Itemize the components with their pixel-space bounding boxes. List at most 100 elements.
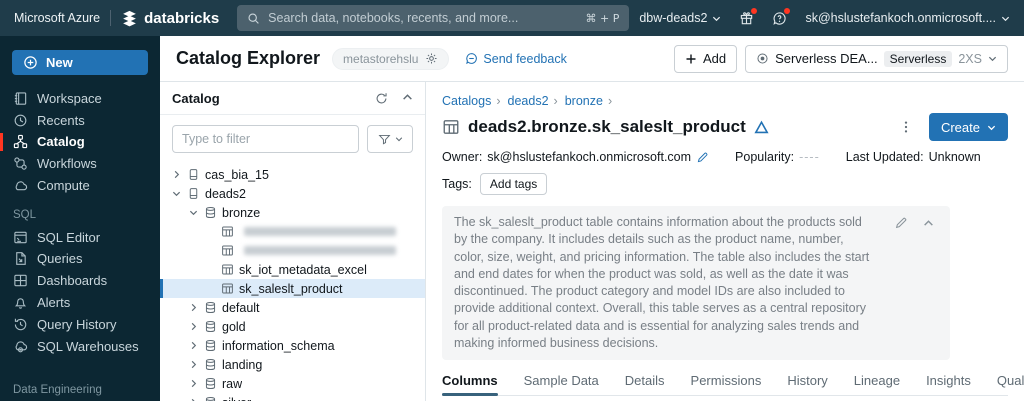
chevron-down-icon [987, 125, 996, 130]
table-icon [221, 263, 234, 276]
tree-item[interactable]: sk_iot_metadata_excel [160, 260, 425, 279]
account-menu[interactable]: sk@hslustefankoch.onmicrosoft.... [805, 11, 1010, 25]
sidebar-item-compute[interactable]: Compute [0, 175, 160, 197]
schema-icon [204, 339, 217, 352]
sidebar-item-queries[interactable]: Queries [0, 248, 160, 270]
tab[interactable]: Columns [442, 373, 498, 396]
tab[interactable]: Quality [997, 373, 1024, 395]
chevron-right-icon[interactable] [187, 360, 199, 369]
chevron-right-icon[interactable] [187, 341, 199, 350]
tree-item[interactable]: silver [160, 393, 425, 401]
tree-item[interactable]: cas_bia_15 [160, 165, 425, 184]
add-tags-button[interactable]: Add tags [479, 173, 548, 195]
chevron-right-icon[interactable] [170, 170, 182, 179]
tree-item-label: deads2 [205, 186, 247, 201]
help-button[interactable] [772, 7, 791, 26]
tree-item[interactable]: deads2 [160, 184, 425, 203]
breadcrumb-item: deads2 › [508, 94, 563, 108]
more-actions-kebab-icon[interactable] [899, 120, 913, 134]
compute-size: 2XS [958, 51, 982, 66]
popularity-field: Popularity: ---- [735, 150, 820, 164]
whats-new-button[interactable] [739, 7, 758, 26]
clock-icon [14, 114, 27, 126]
notification-dot [784, 7, 791, 14]
send-feedback-link[interactable]: Send feedback [465, 52, 567, 66]
tree-item[interactable] [160, 222, 425, 241]
tree-item[interactable]: default [160, 298, 425, 317]
dashboards-icon [14, 275, 27, 287]
refresh-icon[interactable] [375, 92, 388, 105]
tab[interactable]: Permissions [691, 373, 762, 395]
breadcrumb-item: Catalogs › [442, 94, 506, 108]
sidebar-item-label: Queries [37, 251, 83, 267]
tab[interactable]: Insights [926, 373, 971, 395]
tree-item[interactable]: sk_saleslt_product [160, 279, 425, 298]
tree-item[interactable]: information_schema [160, 336, 425, 355]
compute-name: Serverless DEA... [775, 51, 878, 66]
last-updated-field: Last Updated: Unknown [846, 150, 981, 164]
create-button[interactable]: Create [928, 113, 1008, 141]
search-icon [248, 12, 259, 24]
schema-icon [204, 301, 217, 314]
plus-icon [686, 54, 696, 63]
chevron-down-icon [395, 137, 402, 142]
tree-item[interactable]: bronze [160, 203, 425, 222]
tree-item[interactable] [160, 241, 425, 260]
chevron-right-icon[interactable] [187, 322, 199, 331]
tree-filter-input[interactable] [172, 125, 359, 153]
tree-item[interactable]: raw [160, 374, 425, 393]
workspace-switcher[interactable]: dbw-deads2 [639, 11, 721, 25]
databricks-logo[interactable]: databricks [121, 10, 219, 27]
new-button[interactable]: New [12, 50, 148, 76]
tree-item[interactable]: landing [160, 355, 425, 374]
sidebar-item-query-history[interactable]: Query History [0, 313, 160, 335]
sidebar-item-alerts[interactable]: Alerts [0, 292, 160, 314]
status-dot-icon [757, 53, 768, 64]
chevron-down-icon[interactable] [187, 208, 199, 217]
new-button-label: New [46, 55, 73, 71]
global-search[interactable]: ⌘ + P [237, 5, 630, 31]
metastore-name: metastorehslu [343, 51, 419, 66]
schema-icon [204, 377, 217, 390]
chevron-right-icon[interactable] [187, 379, 199, 388]
edit-description-pencil-icon[interactable] [894, 216, 908, 230]
tab[interactable]: Sample Data [524, 373, 599, 395]
sidebar-item-workspace[interactable]: Workspace [0, 87, 160, 109]
global-search-input[interactable] [268, 11, 578, 25]
tab[interactable]: Lineage [854, 373, 900, 395]
sidebar-item-workflows[interactable]: Workflows [0, 153, 160, 175]
queries-icon [16, 252, 26, 266]
history-clock-icon [14, 318, 27, 331]
sidebar-item-sql-editor[interactable]: SQL Editor [0, 226, 160, 248]
catalog-database-icon [187, 168, 200, 181]
breadcrumb-separator: › [607, 94, 613, 108]
add-button[interactable]: Add [673, 44, 738, 73]
azure-label: Microsoft Azure [14, 11, 101, 25]
sidebar-item-dashboards[interactable]: Dashboards [0, 270, 160, 292]
chevron-right-icon[interactable] [187, 303, 199, 312]
metastore-selector[interactable]: metastorehslu [332, 47, 450, 70]
edit-owner-pencil-icon[interactable] [696, 151, 709, 164]
tab[interactable]: History [787, 373, 827, 395]
tree-item[interactable]: gold [160, 317, 425, 336]
gear-icon[interactable] [425, 52, 438, 65]
sidebar-item-recents[interactable]: Recents [0, 109, 160, 131]
sidebar-item-sql-warehouses[interactable]: SQL Warehouses [0, 335, 160, 357]
delta-lake-icon [754, 120, 769, 133]
breadcrumb-link[interactable]: bronze [565, 94, 603, 108]
sidebar-item-catalog[interactable]: Catalog [0, 131, 160, 153]
left-sidebar: New Workspace Recents Catalog Workflows … [0, 36, 160, 401]
compute-selector[interactable]: Serverless DEA... Serverless 2XS [745, 44, 1008, 73]
breadcrumb-link[interactable]: Catalogs [442, 94, 491, 108]
feedback-bubble-icon [466, 53, 478, 65]
filter-options-button[interactable] [367, 125, 413, 153]
collapse-panel-icon[interactable] [402, 92, 413, 103]
breadcrumb-link[interactable]: deads2 [508, 94, 549, 108]
breadcrumb-item: bronze › [565, 94, 617, 108]
table-icon [443, 120, 459, 134]
collapse-description-chevron-icon[interactable] [923, 218, 934, 229]
chevron-down-icon[interactable] [170, 189, 182, 198]
tab[interactable]: Details [625, 373, 665, 395]
sql-editor-icon [14, 231, 27, 243]
schema-icon [204, 320, 217, 333]
